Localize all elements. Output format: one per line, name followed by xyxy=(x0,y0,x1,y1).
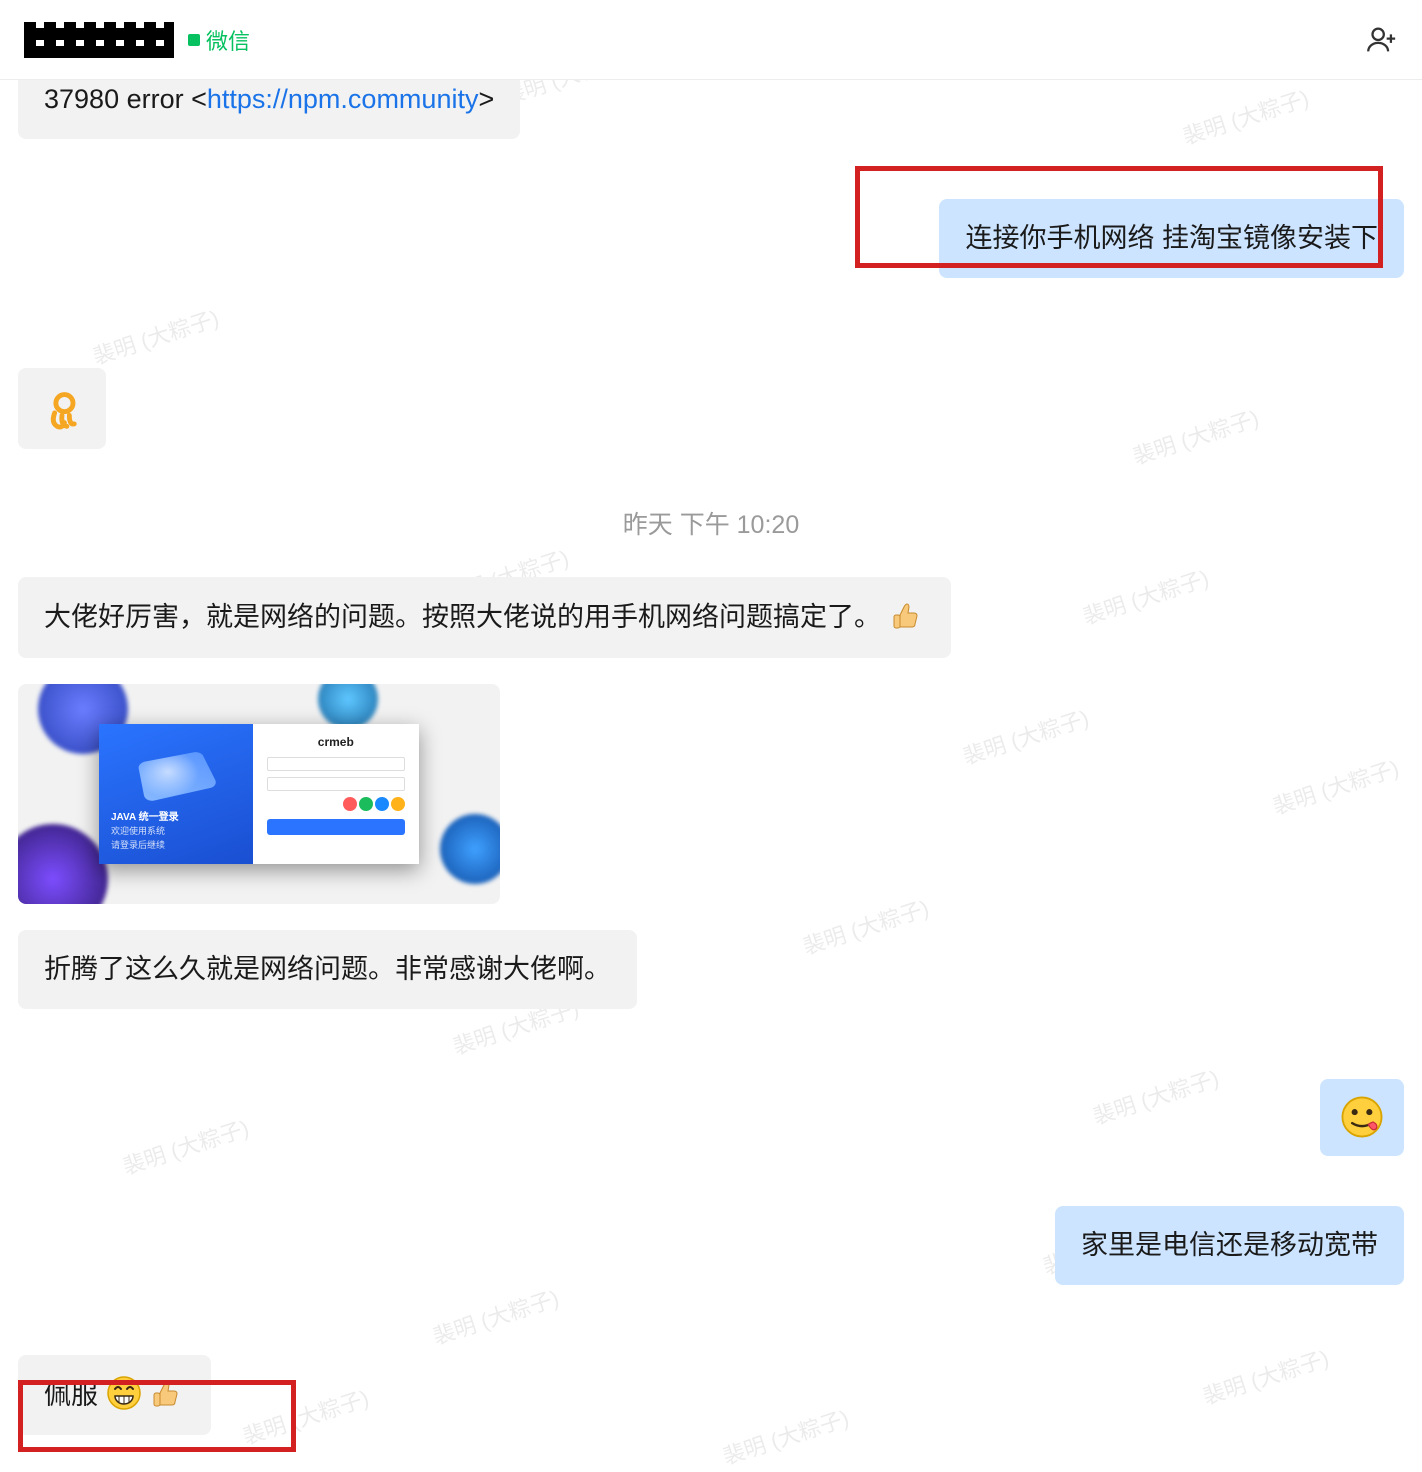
wechat-badge: 微信 xyxy=(188,24,250,56)
incoming-message[interactable]: 37980 error <https://npm.community> xyxy=(18,80,520,139)
message-text: 37980 error < xyxy=(44,84,207,114)
message-text: > xyxy=(478,84,494,114)
incoming-message[interactable]: 大佬好厉害，就是网络的问题。按照大佬说的用手机网络问题搞定了。 xyxy=(18,577,951,657)
message-row: 连接你手机网络 挂淘宝镜像安装下 xyxy=(18,199,1404,278)
login-screenshot: JAVA 统一登录 欢迎使用系统 请登录后继续 crmeb xyxy=(99,724,419,864)
message-link[interactable]: https://npm.community xyxy=(207,84,479,114)
login-sub: 欢迎使用系统 xyxy=(111,825,241,838)
message-row: 家里是电信还是移动宽带 xyxy=(18,1206,1404,1285)
chat-scroll-area[interactable]: 37980 error <https://npm.community> 连接你手… xyxy=(0,80,1422,1472)
thumbs-up-emoji-icon xyxy=(889,597,925,633)
incoming-message[interactable]: 佩服 xyxy=(18,1355,211,1435)
message-row: 大佬好厉害，就是网络的问题。按照大佬说的用手机网络问题搞定了。 xyxy=(18,577,1404,657)
grin-emoji-icon xyxy=(106,1375,142,1411)
message-row: 折腾了这么久就是网络问题。非常感谢大佬啊。 xyxy=(18,930,1404,1009)
incoming-message[interactable]: 折腾了这么久就是网络问题。非常感谢大佬啊。 xyxy=(18,930,637,1009)
outgoing-message[interactable]: 家里是电信还是移动宽带 xyxy=(1055,1206,1404,1285)
message-row: 佩服 xyxy=(18,1355,1404,1435)
time-divider: 昨天 下午 10:20 xyxy=(18,505,1404,541)
outgoing-message[interactable]: 连接你手机网络 挂淘宝镜像安装下 xyxy=(939,199,1404,278)
wechat-status-dot-icon xyxy=(188,34,200,46)
tongue-out-emoji-icon xyxy=(1340,1095,1384,1139)
message-text: 连接你手机网络 挂淘宝镜像安装下 xyxy=(965,223,1378,253)
message-text: 折腾了这么久就是网络问题。非常感谢大佬啊。 xyxy=(44,954,611,984)
incoming-image-message[interactable]: JAVA 统一登录 欢迎使用系统 请登录后继续 crmeb xyxy=(18,684,500,904)
message-row: JAVA 统一登录 欢迎使用系统 请登录后继续 crmeb xyxy=(18,684,1404,904)
chat-header: 微信 xyxy=(0,0,1422,80)
ok-hand-emoji-icon xyxy=(40,386,84,430)
contact-name-censored xyxy=(24,22,174,58)
message-text: 家里是电信还是移动宽带 xyxy=(1081,1230,1378,1260)
person-add-icon xyxy=(1364,23,1398,57)
message-row xyxy=(18,368,1404,449)
incoming-message[interactable] xyxy=(18,368,106,449)
message-row: 37980 error <https://npm.community> xyxy=(18,80,1404,139)
login-sub: 请登录后继续 xyxy=(111,839,241,852)
login-brand: crmeb xyxy=(267,734,405,751)
message-text: 佩服 xyxy=(44,1380,98,1410)
add-contact-button[interactable] xyxy=(1364,23,1398,57)
login-title: JAVA 统一登录 xyxy=(111,811,241,826)
thumbs-up-emoji-icon xyxy=(149,1375,185,1411)
message-row xyxy=(18,1079,1404,1156)
platform-label: 微信 xyxy=(206,24,250,56)
message-text: 大佬好厉害，就是网络的问题。按照大佬说的用手机网络问题搞定了。 xyxy=(44,602,881,632)
outgoing-message[interactable] xyxy=(1320,1079,1404,1156)
